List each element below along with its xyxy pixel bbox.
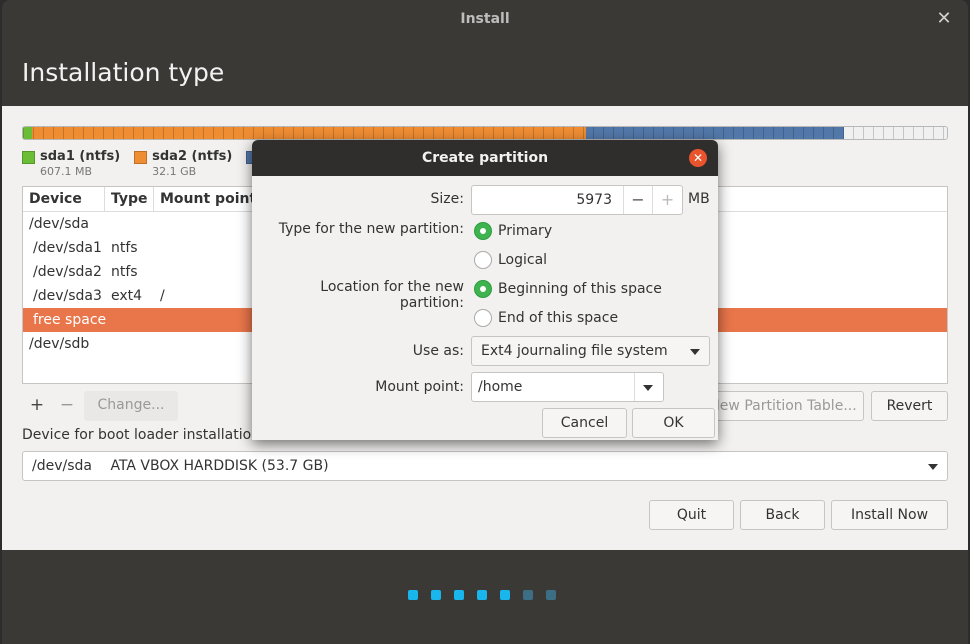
legend-name: sda2 (ntfs)	[152, 149, 233, 164]
row-type: ntfs	[111, 240, 138, 256]
location-end-label: End of this space	[498, 310, 619, 326]
window-title: Install	[460, 11, 510, 27]
back-button[interactable]: Back	[740, 500, 825, 530]
type-primary-label: Primary	[498, 223, 553, 239]
progress-dot	[431, 590, 441, 600]
location-end-radio[interactable]: End of this space	[474, 309, 618, 327]
progress-dot	[477, 590, 487, 600]
size-spinbox[interactable]: 5973 − +	[471, 185, 683, 215]
type-label: Type for the new partition:	[278, 221, 464, 237]
progress-dot	[408, 590, 418, 600]
size-increment-button[interactable]: +	[653, 186, 682, 214]
legend-swatch	[22, 151, 35, 164]
install-now-button[interactable]: Install Now	[831, 500, 948, 530]
cancel-button[interactable]: Cancel	[542, 408, 627, 438]
row-device: /dev/sda3	[33, 288, 102, 304]
progress-dot	[546, 590, 556, 600]
type-logical-label: Logical	[498, 252, 548, 268]
row-mount: /	[160, 288, 165, 304]
row-type: ntfs	[111, 264, 138, 280]
ok-button[interactable]: OK	[632, 408, 715, 438]
use-as-label: Use as:	[412, 343, 464, 359]
partition-bar	[22, 126, 948, 140]
size-input[interactable]: 5973	[472, 186, 624, 214]
radio-unchecked-icon	[474, 309, 492, 327]
close-icon[interactable]: ✕	[689, 149, 707, 167]
close-icon[interactable]: ✕	[934, 9, 954, 29]
use-as-select[interactable]: Ext4 journaling file system	[471, 336, 710, 366]
column-header-device[interactable]: Device	[23, 187, 105, 211]
mount-point-label: Mount point:	[375, 379, 464, 395]
radio-checked-icon	[474, 222, 492, 240]
boot-loader-label: Device for boot loader installation:	[22, 427, 265, 443]
boot-device: /dev/sda	[32, 458, 92, 474]
mount-point-combo[interactable]: /home	[471, 372, 664, 402]
legend-item-sda2: sda2 (ntfs) 32.1 GB	[134, 149, 232, 178]
remove-partition-button[interactable]: −	[52, 391, 82, 421]
type-logical-radio[interactable]: Logical	[474, 251, 547, 269]
page-title: Installation type	[22, 58, 225, 87]
new-partition-table-button[interactable]: New Partition Table...	[702, 391, 864, 421]
radio-checked-icon	[474, 280, 492, 298]
location-begin-label: Beginning of this space	[498, 281, 662, 297]
radio-unchecked-icon	[474, 251, 492, 269]
row-device: /dev/sdb	[29, 336, 90, 352]
legend-name: sda1 (ntfs)	[40, 149, 121, 164]
dialog-header: Create partition ✕	[252, 140, 718, 176]
type-primary-radio[interactable]: Primary	[474, 222, 552, 240]
size-decrement-button[interactable]: −	[624, 186, 653, 214]
location-label: Location for the new partition:	[320, 279, 464, 311]
row-device: /dev/sda1	[33, 240, 102, 256]
boot-device-description: ATA VBOX HARDDISK (53.7 GB)	[110, 458, 329, 474]
column-header-type[interactable]: Type	[105, 187, 154, 211]
row-type: ext4	[111, 288, 143, 304]
partition-toolbar: + − Change...	[22, 391, 178, 421]
dialog-title: Create partition	[421, 150, 549, 166]
change-partition-button[interactable]: Change...	[84, 391, 178, 421]
add-partition-button[interactable]: +	[22, 391, 52, 421]
legend-size: 607.1 MB	[40, 165, 93, 178]
legend-item-sda1: sda1 (ntfs) 607.1 MB	[22, 149, 120, 178]
partition-segment-sda2	[32, 127, 586, 139]
chevron-down-icon	[690, 349, 700, 355]
progress-dot	[500, 590, 510, 600]
partition-segment-free	[844, 127, 947, 139]
progress-dot	[454, 590, 464, 600]
size-label: Size:	[430, 191, 464, 207]
legend-size: 32.1 GB	[152, 165, 197, 178]
progress-dots	[408, 590, 556, 600]
mount-point-dropdown-button[interactable]	[635, 373, 663, 401]
boot-loader-select[interactable]: /dev/sda ATA VBOX HARDDISK (53.7 GB)	[22, 451, 948, 481]
progress-dot	[523, 590, 533, 600]
partition-segment-sda1	[23, 127, 32, 139]
partition-legend: sda1 (ntfs) 607.1 MB sda2 (ntfs) 32.1 GB	[22, 149, 264, 178]
location-begin-radio[interactable]: Beginning of this space	[474, 280, 662, 298]
chevron-down-icon	[928, 464, 938, 470]
window-titlebar: Install	[2, 0, 968, 38]
mount-point-input[interactable]: /home	[472, 373, 635, 401]
legend-swatch	[134, 151, 148, 164]
row-device: /dev/sda2	[33, 264, 102, 280]
use-as-value: Ext4 journaling file system	[481, 343, 668, 359]
row-device: free space	[33, 312, 107, 328]
size-unit: MB	[688, 191, 710, 207]
partition-segment-sda3	[586, 127, 844, 139]
row-device: /dev/sda	[29, 216, 89, 232]
revert-button[interactable]: Revert	[871, 391, 948, 421]
create-partition-dialog: Create partition ✕ Size: 5973 − + MB Typ…	[252, 140, 718, 440]
chevron-down-icon	[643, 385, 653, 391]
quit-button[interactable]: Quit	[649, 500, 734, 530]
